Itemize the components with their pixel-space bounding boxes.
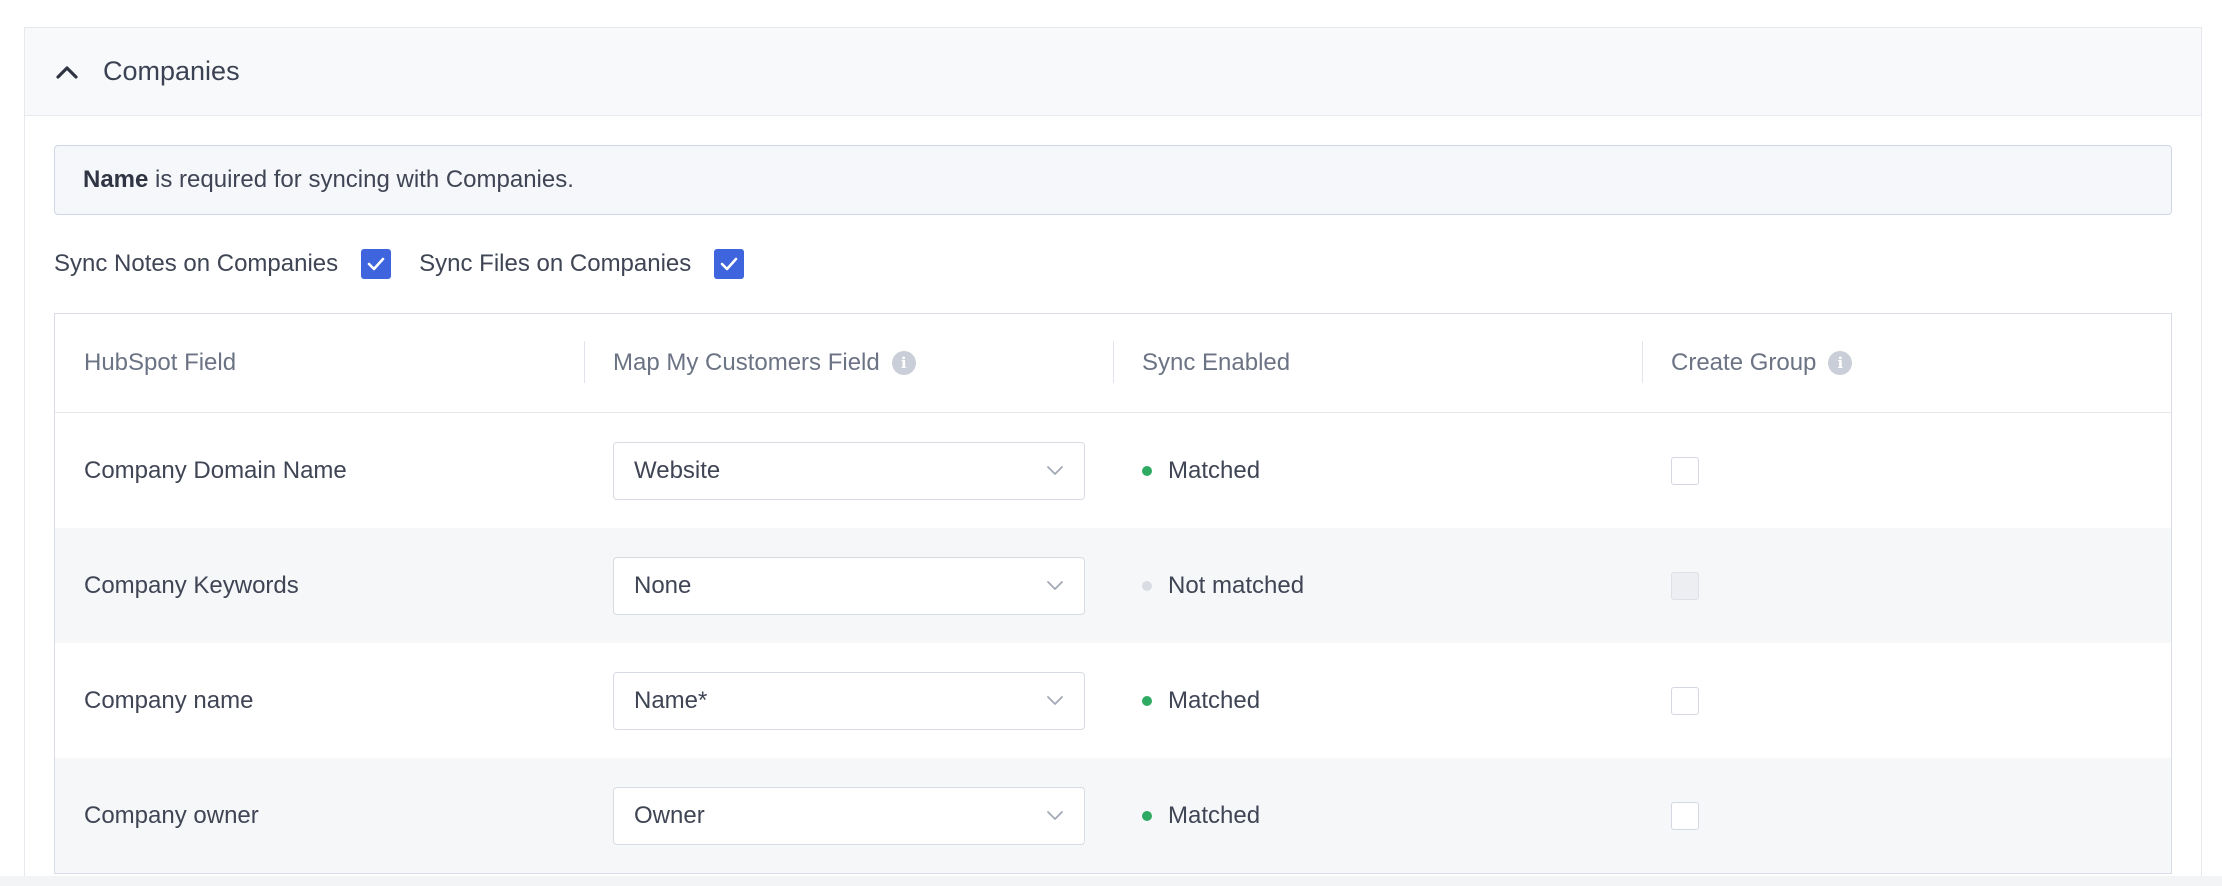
create-group-checkbox[interactable] (1671, 686, 1699, 715)
sync-options: Sync Notes on Companies Sync Files on Co… (54, 215, 2172, 313)
mmc-field-select[interactable]: None (613, 556, 1085, 615)
header-mmc-field: Map My Customers Field i (584, 314, 1113, 412)
status-text: Not matched (1168, 571, 1305, 599)
status-text: Matched (1168, 456, 1261, 484)
mmc-field-select[interactable]: Name* (613, 671, 1085, 730)
section-title: Companies (103, 56, 240, 86)
table-row: Company Keywords None Not matched (55, 528, 2171, 643)
status-dot (1142, 580, 1152, 591)
create-group-checkbox (1671, 571, 1699, 600)
checkmark-icon (720, 257, 738, 271)
create-group-checkbox[interactable] (1671, 456, 1699, 485)
table-row: Company owner Owner Matched (55, 758, 2171, 873)
hubspot-field-cell: Company name (84, 686, 254, 714)
mmc-field-select[interactable]: Owner (613, 786, 1085, 845)
hubspot-field-cell: Company Keywords (84, 571, 299, 599)
required-notice: Name is required for syncing with Compan… (54, 145, 2172, 215)
companies-section: Companies Name is required for syncing w… (24, 27, 2202, 886)
status-text: Matched (1168, 801, 1261, 829)
field-mapping-table: HubSpot Field Map My Customers Field i S… (54, 313, 2172, 874)
header-hubspot-field: HubSpot Field (84, 349, 237, 376)
status-dot (1142, 695, 1152, 706)
checkmark-icon (367, 257, 385, 271)
hubspot-field-cell: Company owner (84, 801, 259, 829)
notice-field-name: Name (83, 166, 149, 193)
chevron-down-icon (1047, 581, 1063, 590)
select-value: Website (634, 456, 721, 484)
status-text: Matched (1168, 686, 1261, 714)
table-row: Company Domain Name Website Matched (55, 413, 2171, 528)
sync-status: Matched (1113, 413, 1642, 528)
sync-notes-checkbox[interactable] (361, 249, 392, 279)
select-value: None (634, 571, 692, 599)
select-value: Name* (634, 686, 708, 714)
sync-files-checkbox[interactable] (714, 249, 745, 279)
chevron-down-icon (1047, 466, 1063, 475)
sync-status: Matched (1113, 758, 1642, 873)
mmc-field-select[interactable]: Website (613, 441, 1085, 500)
notice-text: is required for syncing with Companies. (148, 166, 574, 193)
page: Companies Name is required for syncing w… (0, 0, 2222, 886)
sync-files-label: Sync Files on Companies (419, 250, 692, 277)
sync-notes-label: Sync Notes on Companies (54, 250, 339, 277)
header-create-group: Create Group i (1642, 314, 2171, 412)
chevron-up-icon[interactable] (53, 58, 81, 86)
status-dot (1142, 810, 1152, 821)
chevron-down-icon (1047, 696, 1063, 705)
status-dot (1142, 465, 1152, 476)
create-group-checkbox[interactable] (1671, 801, 1699, 830)
info-icon[interactable]: i (1828, 351, 1853, 375)
section-header[interactable]: Companies (25, 28, 2201, 116)
info-icon[interactable]: i (891, 351, 916, 375)
sync-status: Not matched (1113, 528, 1642, 643)
table-header: HubSpot Field Map My Customers Field i S… (55, 314, 2171, 413)
header-sync-enabled: Sync Enabled (1113, 314, 1642, 412)
chevron-down-icon (1047, 811, 1063, 820)
hubspot-field-cell: Company Domain Name (84, 456, 347, 484)
page-footer-strip (0, 876, 2222, 886)
table-row: Company name Name* Matched (55, 643, 2171, 758)
sync-status: Matched (1113, 643, 1642, 758)
select-value: Owner (634, 801, 705, 829)
